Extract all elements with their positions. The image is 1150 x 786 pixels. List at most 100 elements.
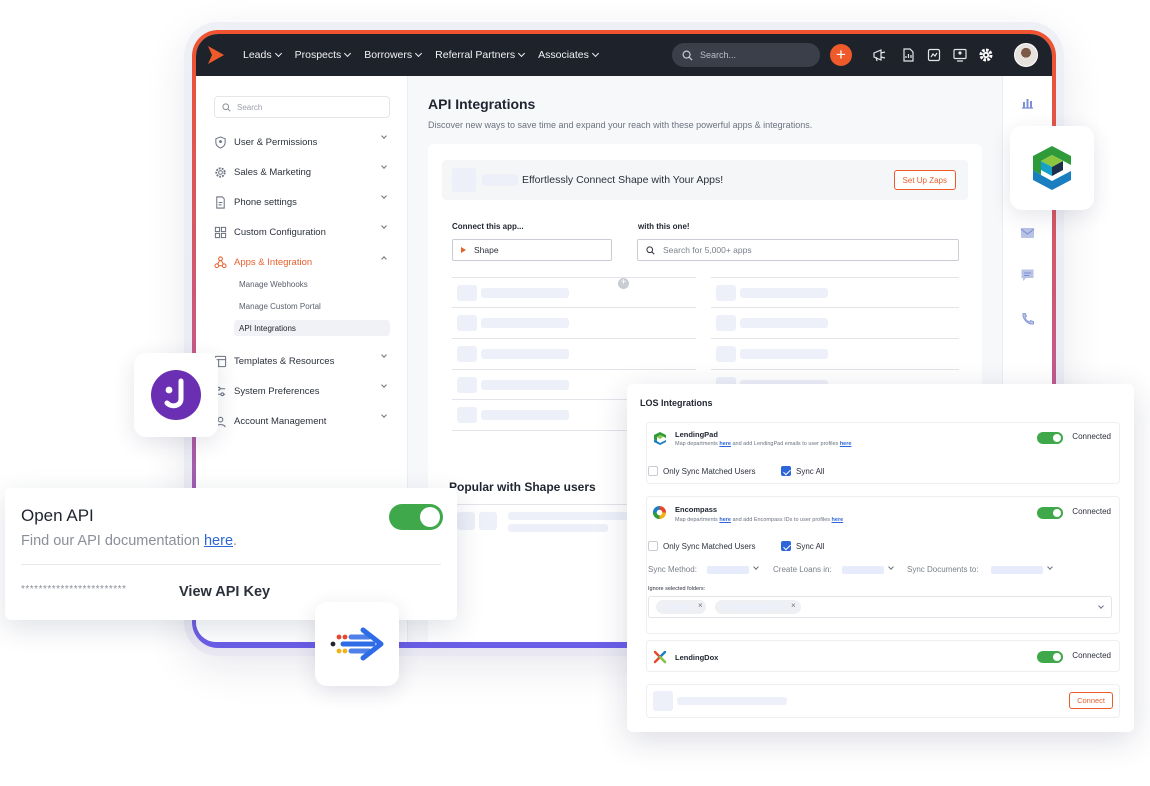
sidebar-search-input[interactable]: Search bbox=[214, 96, 390, 118]
checkbox-unchecked bbox=[648, 541, 658, 551]
ignore-folders-label: Ignore selected folders: bbox=[648, 586, 706, 592]
top-navigation-bar: Leads Prospects Borrowers Referral Partn… bbox=[196, 34, 1052, 76]
sidebar-subitem-api-integrations[interactable]: API Integrations bbox=[234, 320, 390, 336]
encompass-sync-all-checkbox[interactable]: Sync All bbox=[781, 541, 824, 551]
sidebar-item-phone-settings[interactable]: Phone settings bbox=[214, 192, 390, 212]
ignore-folders-multiselect[interactable]: × × bbox=[648, 596, 1112, 618]
row-divider bbox=[452, 277, 696, 278]
sidebar-item-label: Custom Configuration bbox=[234, 226, 326, 238]
chart-bar-icon[interactable] bbox=[1020, 96, 1035, 110]
lendingpad-sync-all-checkbox[interactable]: Sync All bbox=[781, 466, 824, 476]
app-logo[interactable] bbox=[196, 34, 236, 76]
chevron-down-icon bbox=[381, 133, 387, 139]
open-api-card: Open API Find our API documentation here… bbox=[5, 488, 457, 620]
nav-leads[interactable]: Leads bbox=[243, 49, 282, 61]
placeholder-app-name bbox=[481, 380, 569, 390]
document-icon[interactable] bbox=[900, 47, 916, 63]
search-icon bbox=[682, 50, 693, 61]
placeholder-logo bbox=[452, 168, 476, 192]
placeholder-name bbox=[677, 697, 787, 705]
checkbox-unchecked bbox=[648, 466, 658, 476]
encompass-status: Connected bbox=[1072, 507, 1111, 516]
remove-chip-icon[interactable]: × bbox=[791, 601, 796, 610]
grid-icon bbox=[214, 226, 227, 238]
sidebar-item-label: Apps & Integration bbox=[234, 256, 313, 268]
encompass-toggle[interactable] bbox=[1037, 507, 1063, 519]
desc-text: Map departments bbox=[675, 441, 720, 447]
remove-chip-icon[interactable]: × bbox=[698, 601, 703, 610]
sidebar-subitem-manage-custom-portal[interactable]: Manage Custom Portal bbox=[234, 298, 390, 314]
sidebar-item-system-preferences[interactable]: System Preferences bbox=[214, 381, 390, 401]
shape-logo-icon bbox=[461, 247, 466, 253]
placeholder-app-name bbox=[481, 288, 569, 298]
nav-associates[interactable]: Associates bbox=[538, 49, 599, 61]
create-loans-select[interactable] bbox=[842, 566, 884, 574]
placeholder-app-name bbox=[508, 512, 628, 520]
api-docs-link[interactable]: here bbox=[204, 533, 233, 549]
arrow-logo-tile bbox=[315, 602, 399, 686]
sync-documents-select[interactable] bbox=[991, 566, 1043, 574]
encompass-description: Map departments here and add Encompass I… bbox=[675, 517, 843, 523]
placeholder-chip-text bbox=[662, 604, 692, 610]
sidebar-item-user-permissions[interactable]: User & Permissions bbox=[214, 132, 390, 152]
nav-prospects-label: Prospects bbox=[294, 49, 342, 61]
nav-prospects[interactable]: Prospects bbox=[294, 49, 352, 61]
chevron-down-icon bbox=[381, 193, 387, 199]
lendingpad-status: Connected bbox=[1072, 432, 1111, 441]
sidebar-item-account-management[interactable]: Account Management bbox=[214, 411, 390, 431]
sidebar-item-sales-marketing[interactable]: Sales & Marketing bbox=[214, 162, 390, 182]
placeholder-app-name bbox=[740, 349, 828, 359]
global-search-input[interactable]: Search... bbox=[672, 43, 820, 67]
sidebar-item-custom-configuration[interactable]: Custom Configuration bbox=[214, 222, 390, 242]
open-api-toggle[interactable] bbox=[389, 504, 443, 530]
view-api-key-button[interactable]: View API Key bbox=[179, 584, 270, 600]
chevron-down-icon bbox=[518, 49, 526, 58]
set-up-zaps-button[interactable]: Set Up Zaps bbox=[893, 170, 956, 190]
nav-borrowers[interactable]: Borrowers bbox=[364, 49, 423, 61]
chevron-down-icon bbox=[381, 412, 387, 418]
user-profiles-link[interactable]: here bbox=[840, 441, 852, 447]
lendingpad-only-sync-checkbox[interactable]: Only Sync Matched Users bbox=[648, 466, 755, 476]
source-app-value: Shape bbox=[474, 245, 499, 255]
nav-referral-partners[interactable]: Referral Partners bbox=[435, 49, 526, 61]
megaphone-icon[interactable] bbox=[872, 47, 888, 63]
checkbox-checked bbox=[781, 541, 791, 551]
sidebar-item-label: Templates & Resources bbox=[234, 355, 335, 367]
map-departments-link[interactable]: here bbox=[719, 517, 731, 523]
search-icon bbox=[222, 102, 231, 112]
target-app-search[interactable]: Search for 5,000+ apps bbox=[637, 239, 959, 261]
connect-button[interactable]: Connect bbox=[1069, 692, 1113, 709]
encompass-only-sync-checkbox[interactable]: Only Sync Matched Users bbox=[648, 541, 755, 551]
folder-chip bbox=[715, 600, 801, 614]
page-title: API Integrations bbox=[428, 96, 536, 112]
mail-icon[interactable] bbox=[1020, 226, 1035, 240]
sidebar-item-apps-integration[interactable]: Apps & Integration bbox=[214, 252, 390, 272]
sidebar-item-label: Sales & Marketing bbox=[234, 166, 312, 178]
checkbox-checked bbox=[781, 466, 791, 476]
connect-app-label: Connect this app... bbox=[452, 222, 524, 231]
lendingdox-toggle[interactable] bbox=[1037, 651, 1063, 663]
placeholder-app-icon bbox=[716, 315, 736, 331]
row-divider bbox=[449, 504, 639, 505]
chevron-down-icon bbox=[1098, 603, 1104, 609]
gear-icon bbox=[215, 166, 226, 178]
j-logo-icon bbox=[151, 370, 201, 420]
sidebar-subitem-manage-webhooks[interactable]: Manage Webhooks bbox=[234, 276, 390, 292]
cube-logo-icon bbox=[1033, 146, 1071, 190]
source-app-select[interactable]: Shape bbox=[452, 239, 612, 261]
checkbox-label: Only Sync Matched Users bbox=[663, 466, 756, 476]
user-avatar[interactable] bbox=[1014, 43, 1038, 67]
monitor-user-icon[interactable] bbox=[952, 47, 968, 63]
chevron-down-icon bbox=[381, 382, 387, 388]
sidebar-search-placeholder: Search bbox=[237, 102, 263, 112]
map-departments-link[interactable]: here bbox=[719, 441, 731, 447]
add-new-button[interactable]: + bbox=[830, 44, 852, 66]
user-profiles-link[interactable]: here bbox=[832, 517, 844, 523]
report-icon[interactable] bbox=[926, 47, 942, 63]
settings-gear-icon[interactable] bbox=[978, 47, 994, 63]
sidebar-item-templates-resources[interactable]: Templates & Resources bbox=[214, 351, 390, 371]
phone-call-icon[interactable] bbox=[1020, 312, 1035, 326]
lendingpad-toggle[interactable] bbox=[1037, 432, 1063, 444]
sync-method-select[interactable] bbox=[707, 566, 749, 574]
chat-icon[interactable] bbox=[1020, 268, 1035, 282]
